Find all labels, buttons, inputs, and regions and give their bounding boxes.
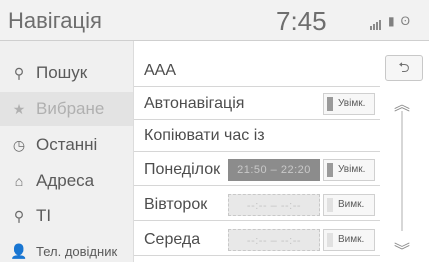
sidebar-item-label: Останні: [36, 135, 98, 154]
autonav-row[interactable]: Автонавігація Увімк.: [134, 89, 380, 120]
copy-time-row[interactable]: Копіювати час із: [134, 121, 380, 152]
scroll-down-icon[interactable]: ︾: [394, 237, 410, 261]
sidebar-item-label: Тел. довідник: [36, 243, 118, 259]
screen-title: Навігація: [8, 8, 102, 33]
time-range-field[interactable]: --:-- – --:--: [228, 229, 320, 251]
day-row-wednesday[interactable]: Середа --:-- – --:-- Вимк.: [134, 225, 380, 256]
autonav-toggle[interactable]: Увімк.: [323, 93, 375, 115]
day-row-tuesday[interactable]: Вівторок --:-- – --:-- Вимк.: [134, 190, 380, 221]
sidebar-item-label: Адреса: [36, 171, 95, 190]
toggle-indicator: [327, 97, 333, 111]
monday-toggle[interactable]: Увімк.: [323, 159, 375, 181]
poi-pin-icon: ⚲: [13, 207, 25, 224]
status-icons: ▮ ʘ: [370, 12, 410, 30]
sidebar-item-recent[interactable]: ◷ Останні: [0, 128, 133, 162]
day-row-monday[interactable]: Понеділок 21:50 – 22:20 Увімк.: [134, 155, 380, 186]
clock-icon: ◷: [12, 136, 26, 153]
clock: 7:45: [276, 6, 327, 36]
sidebar-item-label: ТІ: [36, 206, 52, 225]
name-row[interactable]: AAA: [134, 56, 380, 87]
day-label: Понеділок: [144, 161, 221, 178]
sidebar-item-label: Вибране: [36, 99, 105, 118]
scroll-column: ⮌ ︽ ︾: [381, 41, 429, 262]
sidebar: ⚲ Пошук ★ Вибране ◷ Останні ⌂ Адреса ⚲ Т…: [0, 41, 134, 262]
header-bar: Навігація 7:45 ▮ ʘ: [0, 0, 429, 41]
star-icon: ★: [12, 100, 26, 117]
toggle-label: Вимк.: [338, 199, 365, 210]
toggle-label: Увімк.: [338, 98, 366, 109]
time-range-field[interactable]: --:-- – --:--: [228, 194, 320, 216]
signal-bars-icon: [370, 12, 382, 30]
bluetooth-icon: ʘ: [400, 14, 410, 28]
destination-name: AAA: [144, 62, 177, 79]
day-label: Середа: [144, 231, 201, 248]
toggle-label: Увімк.: [338, 164, 366, 175]
sidebar-item-favorites[interactable]: ★ Вибране: [0, 92, 133, 126]
sidebar-item-poi[interactable]: ⚲ ТІ: [0, 199, 133, 233]
toggle-label: Вимк.: [338, 234, 365, 245]
back-button[interactable]: ⮌: [385, 55, 423, 81]
search-icon: ⚲: [13, 64, 25, 81]
copy-time-label: Копіювати час із: [144, 127, 265, 144]
day-label: Вівторок: [144, 196, 208, 213]
toggle-indicator: [327, 233, 333, 247]
sidebar-item-search[interactable]: ⚲ Пошук: [0, 56, 133, 90]
tuesday-toggle[interactable]: Вимк.: [323, 194, 375, 216]
time-range-field[interactable]: 21:50 – 22:20: [228, 159, 320, 181]
sidebar-item-label: Пошук: [36, 63, 88, 82]
person-icon: 👤: [10, 242, 28, 259]
battery-icon: ▮: [388, 14, 395, 28]
toggle-indicator: [327, 198, 333, 212]
address-icon: ⌂: [14, 173, 24, 189]
sidebar-item-phonebook[interactable]: 👤 Тел. довідник: [0, 234, 133, 262]
nav-screen: Навігація 7:45 ▮ ʘ ⚲ Пошук ★ Вибране ◷ О…: [0, 0, 429, 262]
autonav-label: Автонавігація: [144, 95, 245, 112]
main-panel: AAA Автонавігація Увімк. Копіювати час і…: [134, 41, 380, 262]
sidebar-item-address[interactable]: ⌂ Адреса: [0, 164, 133, 198]
toggle-indicator: [327, 163, 333, 177]
scroll-track[interactable]: [401, 111, 403, 231]
wednesday-toggle[interactable]: Вимк.: [323, 229, 375, 251]
